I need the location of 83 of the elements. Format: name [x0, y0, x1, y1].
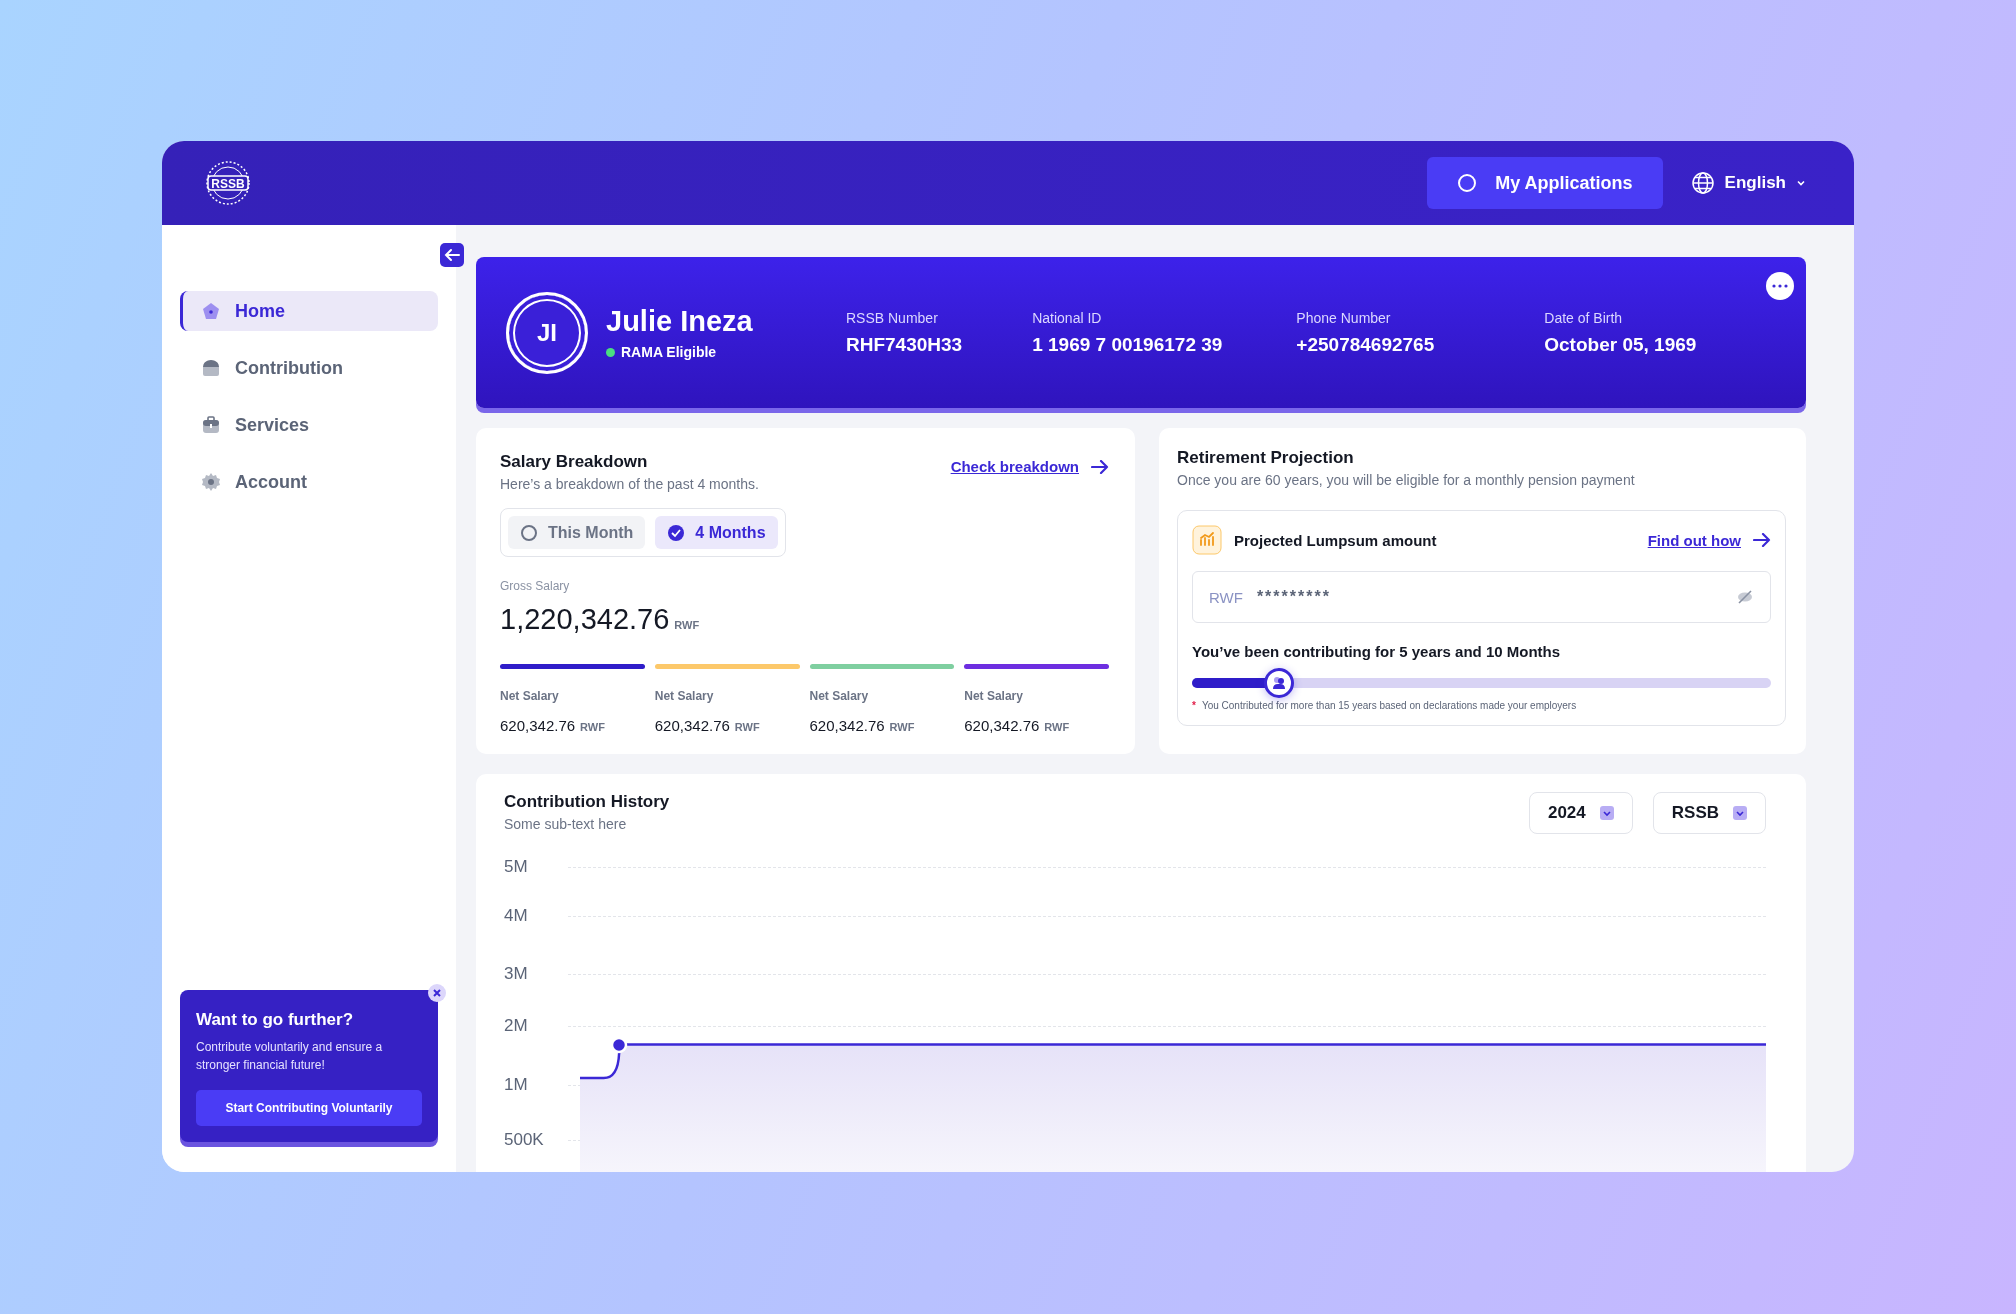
- radio-icon: [520, 523, 538, 542]
- avatar: JI: [506, 291, 588, 374]
- net-salary-value: 620,342.76: [809, 717, 885, 734]
- required-mark: *: [1192, 700, 1196, 711]
- field-label: National ID: [1032, 309, 1103, 326]
- home-icon: [201, 301, 221, 321]
- period-option[interactable]: This Month: [508, 516, 646, 549]
- axis-label: 2M: [504, 1016, 528, 1037]
- close-icon: [433, 989, 441, 997]
- logo: RSSB: [204, 159, 252, 207]
- language-selector[interactable]: English: [1684, 170, 1812, 196]
- users-icon: [1270, 676, 1287, 690]
- card-subtitle: Some sub-text here: [504, 816, 628, 832]
- net-salary-label: Net Salary: [654, 689, 715, 703]
- eye-off-icon[interactable]: [1736, 588, 1754, 606]
- sidebar-item[interactable]: Home: [180, 291, 438, 331]
- axis-label: 4M: [504, 906, 528, 927]
- card-subtitle: Once you are 60 years, you will be eligible for a monthly pension payment: [1177, 472, 1636, 488]
- filter-dropdown[interactable]: RSSB: [1652, 792, 1766, 834]
- net-salary-value: 620,342.76: [964, 717, 1040, 734]
- net-salary-label: Net Salary: [500, 689, 560, 703]
- check-breakdown-link[interactable]: Check breakdown: [950, 458, 1079, 475]
- more-icon: [1772, 284, 1788, 288]
- find-out-how-link[interactable]: Find out how: [1647, 531, 1741, 549]
- sidebar-item[interactable]: Account: [180, 462, 438, 502]
- net-salary-label: Net Salary: [964, 689, 1024, 703]
- slider-thumb[interactable]: [1263, 668, 1294, 698]
- promo-text: Contribute voluntarily and ensure a stronger financial future!: [196, 1039, 384, 1074]
- filter-dropdown[interactable]: 2024: [1528, 792, 1633, 834]
- status-dot: [606, 347, 615, 357]
- field-value: RHF7430H33: [846, 333, 963, 356]
- gross-salary-value: 1,220,342.76: [500, 603, 670, 636]
- gross-salary-label: Gross Salary: [500, 579, 571, 593]
- card-title: Salary Breakdown: [500, 452, 649, 472]
- promo-title: Want to go further?: [196, 1010, 355, 1030]
- globe-icon: [1690, 171, 1715, 195]
- net-salary-value: 620,342.76: [500, 717, 576, 734]
- caret-icon: [1733, 806, 1747, 820]
- currency: RWF: [734, 721, 760, 733]
- contribution-duration: You’ve been contributing for 5 years and 10 Months: [1192, 643, 1562, 660]
- field-label: Phone Number: [1296, 309, 1392, 326]
- field-label: Date of Birth: [1544, 309, 1624, 326]
- lumpsum-field[interactable]: RWF *********: [1192, 571, 1771, 623]
- field-label: RSSB Number: [846, 309, 939, 326]
- arrow-left-icon: [444, 248, 460, 262]
- axis-label: 500K: [504, 1129, 544, 1150]
- arrow-right-icon: [1091, 459, 1109, 474]
- user-name: Julie Ineza: [606, 305, 754, 338]
- gear-icon: [201, 472, 221, 492]
- contribution-note: You Contributed for more than 15 years based on declarations made your employers: [1201, 700, 1577, 711]
- briefcase-icon: [201, 415, 221, 435]
- card-subtitle: Here’s a breakdown of the past 4 months.: [500, 476, 759, 492]
- chevron-down-icon: [1796, 178, 1806, 188]
- axis-label: 5M: [504, 857, 528, 878]
- currency: RWF: [674, 619, 700, 631]
- currency: RWF: [889, 721, 915, 733]
- period-option[interactable]: 4 Months: [655, 516, 778, 549]
- axis-label: 1M: [504, 1074, 528, 1095]
- my-applications-button[interactable]: My Applications: [1427, 157, 1663, 209]
- currency: RWF: [580, 721, 605, 733]
- start-contributing-button[interactable]: Start Contributing Voluntarily: [196, 1090, 422, 1126]
- chart-icon: [1192, 525, 1222, 555]
- axis-label: 3M: [504, 964, 528, 985]
- currency: RWF: [1044, 721, 1070, 733]
- field-value: 1 1969 7 00196172 39: [1032, 333, 1223, 356]
- card-title: Retirement Projection: [1177, 448, 1355, 468]
- net-salary-label: Net Salary: [809, 689, 870, 703]
- sidebar-item[interactable]: Contribution: [180, 348, 438, 388]
- more-button[interactable]: [1766, 272, 1794, 300]
- lumpsum-label: Projected Lumpsum amount: [1234, 531, 1438, 549]
- net-salary-value: 620,342.76: [654, 717, 730, 734]
- sidebar-item[interactable]: Services: [180, 405, 438, 445]
- eligibility-status: RAMA Eligible: [621, 344, 717, 360]
- collapse-sidebar-button[interactable]: [440, 243, 464, 267]
- field-value: +250784692765: [1296, 333, 1435, 356]
- box-icon: [201, 358, 221, 378]
- caret-icon: [1599, 806, 1614, 820]
- field-value: October 05, 1969: [1544, 333, 1697, 356]
- check-circle-icon: [667, 523, 686, 542]
- circle-icon: [1457, 173, 1478, 193]
- card-title: Contribution History: [504, 792, 670, 812]
- close-button[interactable]: [428, 984, 446, 1002]
- arrow-right-icon: [1753, 533, 1771, 547]
